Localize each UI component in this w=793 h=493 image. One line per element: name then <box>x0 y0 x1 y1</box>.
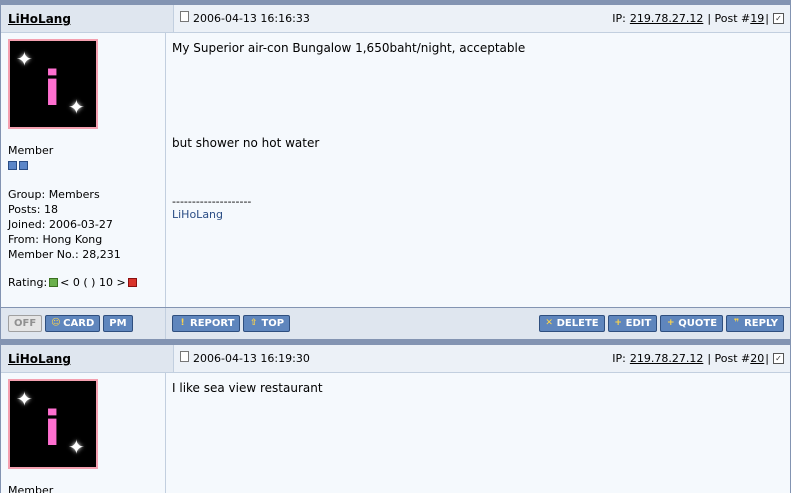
exclaim-icon: ! <box>180 318 185 328</box>
author-info: ✦ ✦ i Member <box>1 373 166 493</box>
author-info: ✦ ✦ i Member Group: Members Posts: 18 Jo… <box>1 33 166 307</box>
member-posts: Posts: 18 <box>8 203 58 216</box>
report-button[interactable]: ! REPORT <box>172 315 241 332</box>
post-body: ✦ ✦ i Member I like sea view restaurant <box>1 373 790 493</box>
card-label: CARD <box>63 318 95 329</box>
ip-link[interactable]: 219.78.27.12 <box>630 12 703 25</box>
avatar-letter: i <box>44 61 61 117</box>
post-suffix: | <box>765 352 769 365</box>
post-meta: 2006-04-13 16:19:30 IP: 219.78.27.12 | P… <box>174 345 790 372</box>
rating-down-icon[interactable] <box>127 278 137 287</box>
report-label: REPORT <box>190 318 235 329</box>
avatar: ✦ ✦ i <box>8 379 98 469</box>
post-date-text: 2006-04-13 16:16:33 <box>193 12 310 25</box>
edit-label: EDIT <box>625 318 652 329</box>
ip-link[interactable]: 219.78.27.12 <box>630 352 703 365</box>
post-20: LiHoLang 2006-04-13 16:19:30 IP: 219.78.… <box>1 345 790 493</box>
post-number-link[interactable]: 20 <box>750 352 764 365</box>
post-meta: 2006-04-13 16:16:33 IP: 219.78.27.12 | P… <box>174 5 790 32</box>
offline-badge: OFF <box>8 315 43 332</box>
post-prefix: | Post # <box>707 12 751 25</box>
post-text-line: but shower no hot water <box>172 136 320 150</box>
post-content: I like sea view restaurant <box>166 373 790 493</box>
quote-button[interactable]: + QUOTE <box>660 315 724 332</box>
post-header: LiHoLang 2006-04-13 16:19:30 IP: 219.78.… <box>1 345 790 373</box>
post-19: LiHoLang 2006-04-13 16:16:33 IP: 219.78.… <box>1 5 790 340</box>
x-icon: ✕ <box>545 318 553 328</box>
doc-icon <box>180 351 189 362</box>
delete-button[interactable]: ✕ DELETE <box>538 315 605 332</box>
plus-icon: + <box>667 318 675 328</box>
post-tools-right: ✕ DELETE + EDIT + QUOTE ❞ REPLY <box>538 315 784 332</box>
ip-info: IP: 219.78.27.12 | Post # 19 | ✓ <box>612 12 784 25</box>
member-title: Member <box>8 484 54 493</box>
top-button[interactable]: ⇧ TOP <box>243 315 291 332</box>
member-number: Member No.: 28,231 <box>8 248 121 261</box>
avatar: ✦ ✦ i <box>8 39 98 129</box>
signature-divider: -------------------- <box>172 195 252 208</box>
plus-icon: + <box>614 318 622 328</box>
author-cell: LiHoLang <box>1 5 174 32</box>
post-actions: OFF ☺ CARD PM ! REPORT ⇧ TOP ✕ DELETE + EDIT … <box>1 308 790 340</box>
card-button[interactable]: ☺ CARD <box>45 315 101 332</box>
member-from: From: Hong Kong <box>8 233 103 246</box>
ip-label: IP: <box>612 12 626 25</box>
user-actions: OFF ☺ CARD PM <box>1 308 166 339</box>
post-header: LiHoLang 2006-04-13 16:16:33 IP: 219.78.… <box>1 5 790 33</box>
rating-label: Rating: <box>8 276 48 289</box>
post-date-text: 2006-04-13 16:19:30 <box>193 352 310 365</box>
post-tools: ! REPORT ⇧ TOP ✕ DELETE + EDIT + QUOTE ❞ REPLY <box>166 315 790 332</box>
sparkle-icon: ✦ <box>16 387 33 411</box>
member-title: Member <box>8 144 54 157</box>
sparkle-icon: ✦ <box>68 95 85 119</box>
post-prefix: | Post # <box>707 352 751 365</box>
thread-view: LiHoLang 2006-04-13 16:16:33 IP: 219.78.… <box>0 0 791 493</box>
ip-info: IP: 219.78.27.12 | Post # 20 | ✓ <box>612 352 784 365</box>
author-link[interactable]: LiHoLang <box>8 352 71 366</box>
user-icon: ☺ <box>51 318 61 328</box>
member-rating: Rating: < 0 ( ) 10 > <box>8 276 165 289</box>
rating-value: < 0 ( ) 10 > <box>60 276 126 289</box>
avatar-letter: i <box>44 401 61 457</box>
quote-label: QUOTE <box>678 318 718 329</box>
member-group: Group: Members <box>8 188 100 201</box>
ip-label: IP: <box>612 352 626 365</box>
rank-pip-icon <box>8 161 17 170</box>
post-text-line: I like sea view restaurant <box>172 381 323 395</box>
rank-pips <box>8 161 165 170</box>
sparkle-icon: ✦ <box>68 435 85 459</box>
checkbox-icon[interactable]: ✓ <box>773 353 784 364</box>
pm-button[interactable]: PM <box>103 315 133 332</box>
post-content: My Superior air-con Bungalow 1,650baht/n… <box>166 33 790 307</box>
delete-label: DELETE <box>556 318 599 329</box>
post-text-line: My Superior air-con Bungalow 1,650baht/n… <box>172 41 526 55</box>
post-number-link[interactable]: 19 <box>750 12 764 25</box>
reply-button[interactable]: ❞ REPLY <box>726 315 784 332</box>
edit-button[interactable]: + EDIT <box>607 315 658 332</box>
post-body: ✦ ✦ i Member Group: Members Posts: 18 Jo… <box>1 33 790 308</box>
reply-label: REPLY <box>744 318 778 329</box>
post-date: 2006-04-13 16:19:30 <box>180 351 310 365</box>
rating-up-icon[interactable] <box>49 278 59 287</box>
author-link[interactable]: LiHoLang <box>8 12 71 26</box>
arrow-up-icon: ⇧ <box>250 318 258 328</box>
post-date: 2006-04-13 16:16:33 <box>180 11 310 25</box>
doc-icon <box>180 11 189 22</box>
author-cell: LiHoLang <box>1 345 174 372</box>
signature-name: LiHoLang <box>172 208 224 221</box>
quote-mark-icon: ❞ <box>733 318 740 328</box>
member-joined: Joined: 2006-03-27 <box>8 218 113 231</box>
post-suffix: | <box>765 12 769 25</box>
sparkle-icon: ✦ <box>16 47 33 71</box>
post-tools-left: ! REPORT ⇧ TOP <box>172 315 291 332</box>
top-label: TOP <box>261 318 285 329</box>
rank-pip-icon <box>19 161 28 170</box>
checkbox-icon[interactable]: ✓ <box>773 13 784 24</box>
